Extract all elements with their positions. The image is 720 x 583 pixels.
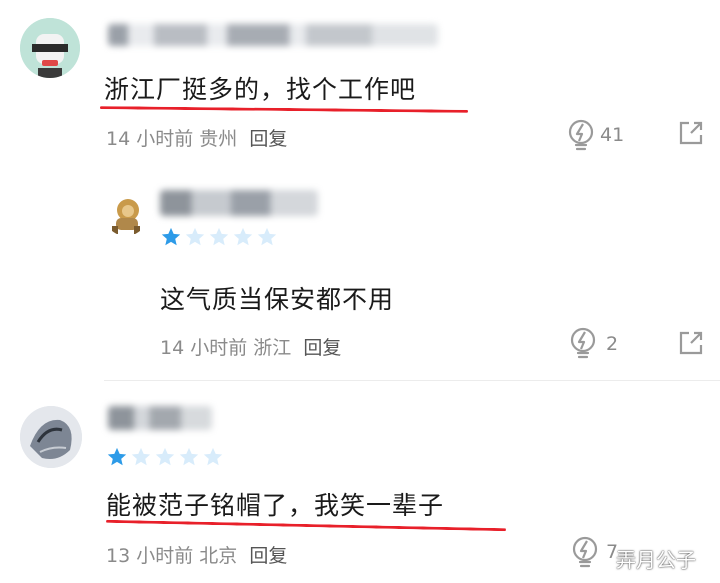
- comment-location: 贵州: [199, 128, 238, 150]
- star-empty-icon: [203, 447, 223, 466]
- star-empty-icon: [209, 227, 229, 246]
- star-empty-icon: [233, 227, 253, 246]
- watermark: 弄月公子: [616, 548, 696, 572]
- like-bulb-icon[interactable]: [570, 536, 600, 568]
- comment-meta-3: 13 小时前 北京 回复: [106, 541, 287, 568]
- reply-button-3[interactable]: 回复: [249, 545, 287, 567]
- username-blurred-1[interactable]: [108, 24, 438, 46]
- avatar-lion-icon: [112, 199, 140, 234]
- comment-location: 浙江: [253, 337, 292, 359]
- like-count-2: 2: [606, 333, 619, 355]
- username-blurred-2[interactable]: [160, 190, 318, 216]
- star-rating-3: [106, 446, 224, 468]
- reply-button-1[interactable]: 回复: [249, 128, 287, 150]
- comment-location: 北京: [199, 545, 238, 567]
- like-count-1: 41: [600, 124, 625, 146]
- star-empty-icon: [131, 447, 151, 466]
- comment-meta-2: 14 小时前 浙江 回复: [160, 333, 341, 360]
- comment-time: 13 小时前: [106, 545, 194, 567]
- comment-text-1: 浙江厂挺多的，找个工作吧: [104, 75, 417, 104]
- avatar-sketch-icon: [20, 406, 82, 468]
- comment-text-2: 这气质当保安都不用: [160, 285, 395, 314]
- user-avatar-3[interactable]: [20, 406, 82, 468]
- star-filled-icon: [161, 227, 181, 246]
- like-bulb-icon[interactable]: [566, 119, 596, 151]
- user-avatar-1[interactable]: [20, 18, 80, 78]
- star-rating-2: [160, 226, 278, 248]
- star-empty-icon: [155, 447, 175, 466]
- star-empty-icon: [257, 227, 277, 246]
- red-underline-1: [99, 106, 469, 113]
- reply-button-2[interactable]: 回复: [303, 337, 341, 359]
- comment-time: 14 小时前: [106, 128, 194, 150]
- share-icon[interactable]: [678, 120, 704, 146]
- avatar-glasses-icon: [20, 18, 80, 78]
- comment-text-3: 能被范子铭帽了，我笑一辈子: [106, 491, 445, 520]
- star-filled-icon: [107, 447, 127, 466]
- divider: [104, 380, 720, 381]
- star-empty-icon: [179, 447, 199, 466]
- comment-time: 14 小时前: [160, 337, 248, 359]
- username-blurred-3[interactable]: [108, 406, 212, 430]
- share-icon[interactable]: [678, 330, 704, 356]
- like-bulb-icon[interactable]: [568, 327, 598, 359]
- comment-meta-1: 14 小时前 贵州 回复: [106, 124, 287, 151]
- user-avatar-2[interactable]: [104, 192, 148, 236]
- star-empty-icon: [185, 227, 205, 246]
